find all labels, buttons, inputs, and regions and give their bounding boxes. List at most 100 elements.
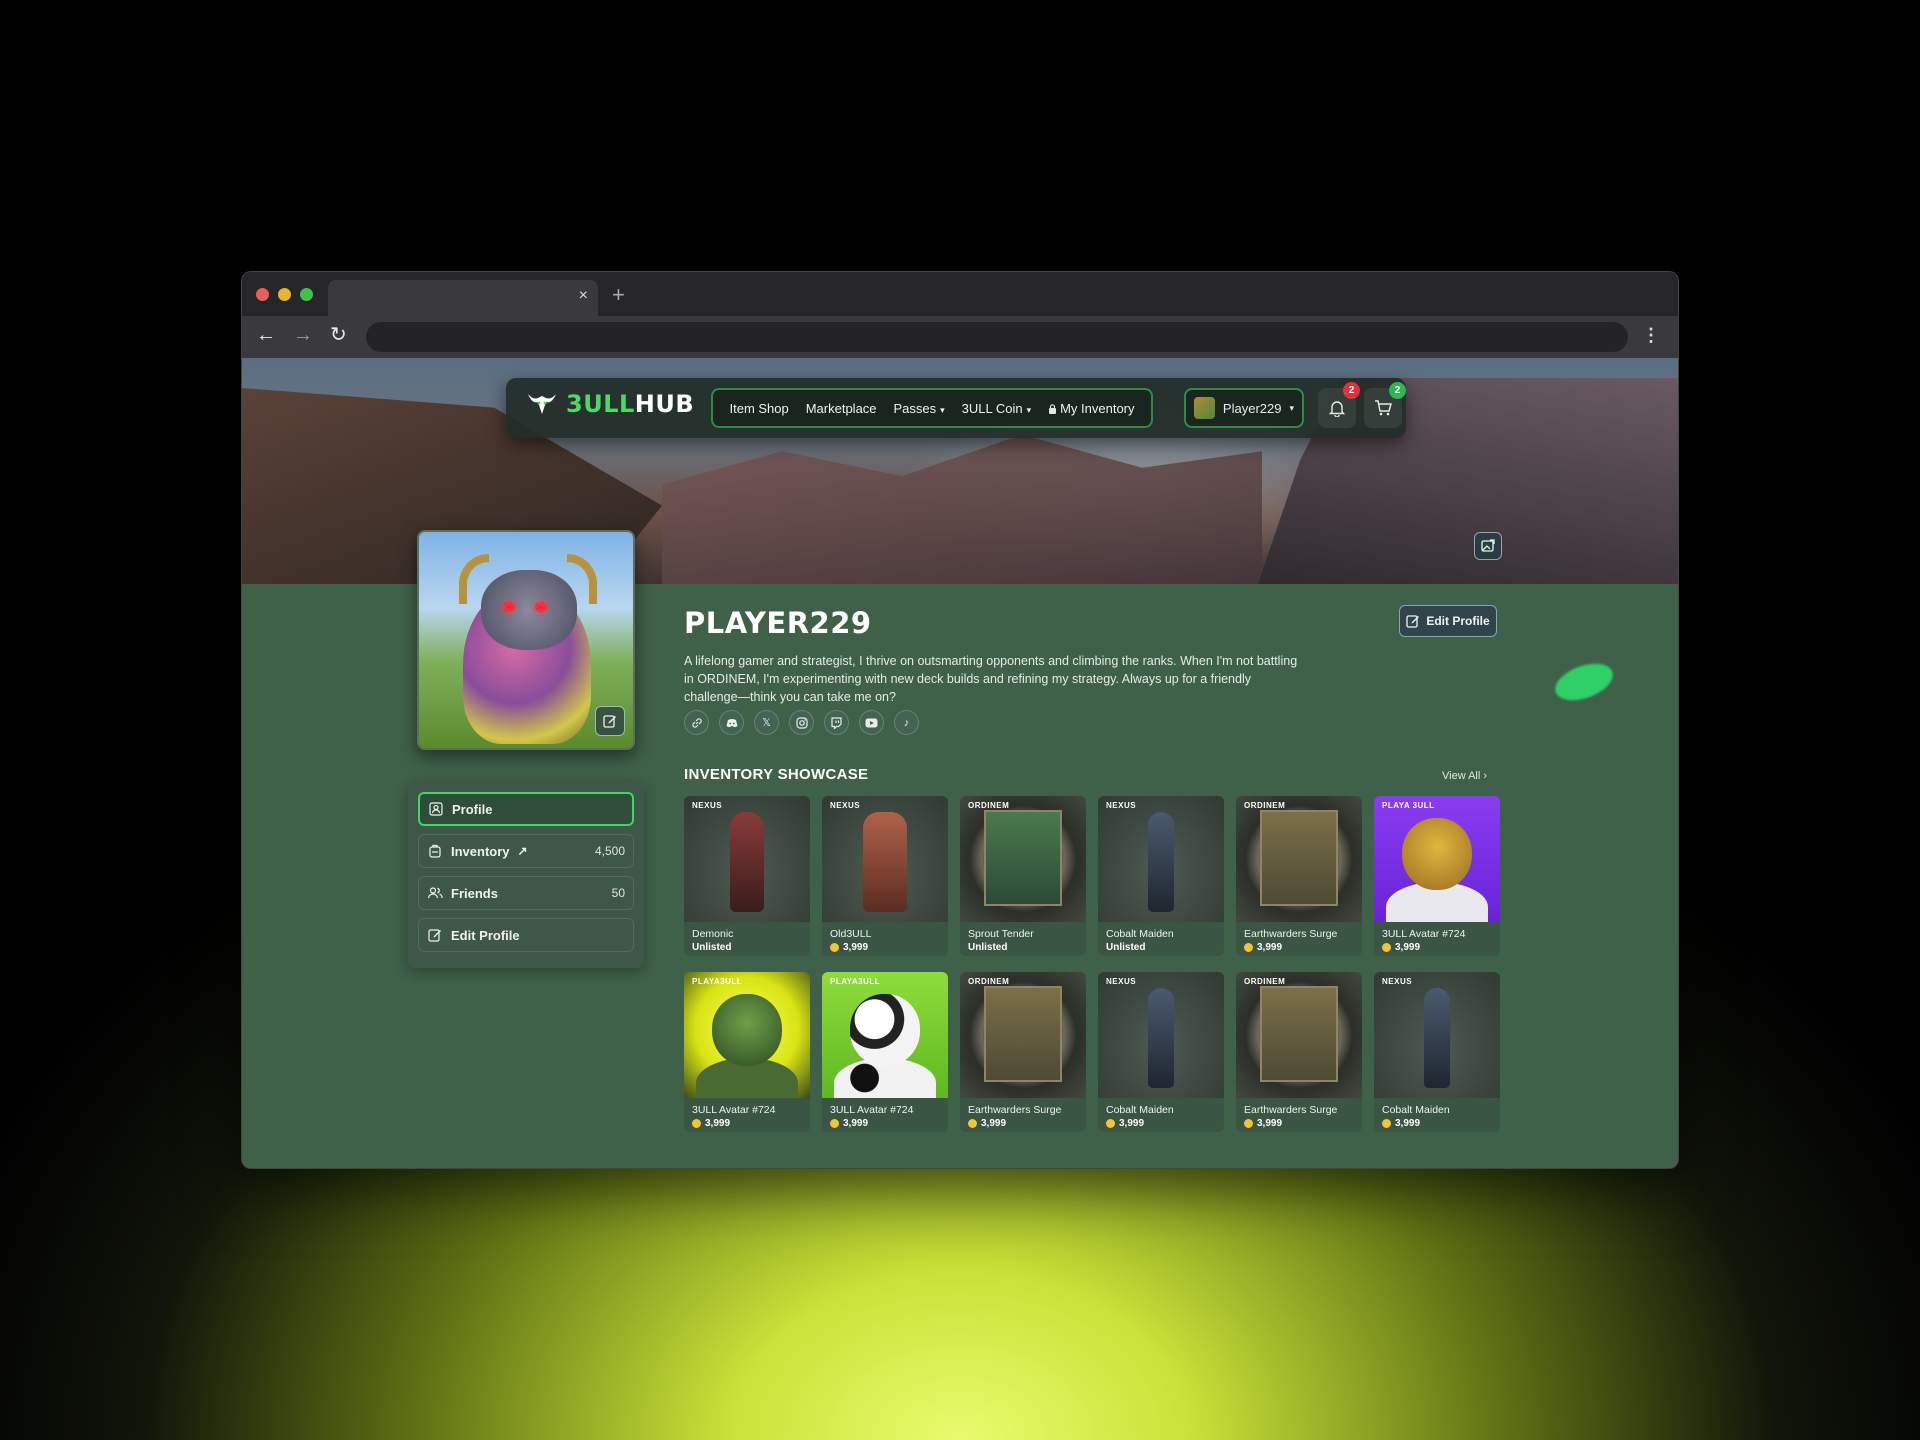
card-price-value: 3,999 bbox=[1257, 1118, 1283, 1129]
showcase-card[interactable]: PLAYA3ULL 3ULL Avatar #724 3,999 bbox=[684, 972, 810, 1132]
browser-menu-icon[interactable]: ⋮ bbox=[1642, 325, 1660, 346]
image-edit-icon bbox=[1481, 539, 1495, 552]
browser-titlebar: × + bbox=[242, 272, 1678, 316]
showcase-card[interactable]: PLAYA 3ULL 3ULL Avatar #724 3,999 bbox=[1374, 796, 1500, 956]
card-brand: NEXUS bbox=[1106, 801, 1137, 810]
forward-icon[interactable]: → bbox=[293, 324, 313, 346]
game-card-art bbox=[984, 810, 1062, 906]
nav-passes[interactable]: Passes ▾ bbox=[894, 401, 945, 416]
new-tab-button[interactable]: + bbox=[612, 282, 625, 308]
coin-icon bbox=[692, 1119, 701, 1128]
card-price-value: 3,999 bbox=[981, 1118, 1007, 1129]
cart-icon bbox=[1375, 400, 1392, 416]
showcase-card[interactable]: ORDINEM Sprout Tender Unlisted bbox=[960, 796, 1086, 956]
close-window-button[interactable] bbox=[256, 288, 269, 301]
back-icon[interactable]: ← bbox=[256, 324, 276, 346]
reload-icon[interactable]: ↻ bbox=[330, 324, 347, 346]
showcase-card[interactable]: ORDINEM Earthwarders Surge 3,999 bbox=[1236, 796, 1362, 956]
address-bar[interactable] bbox=[366, 322, 1628, 352]
bell-icon bbox=[1329, 401, 1345, 417]
edit-profile-label: Edit Profile bbox=[1426, 614, 1490, 628]
notifications-button[interactable]: 2 bbox=[1318, 382, 1360, 428]
coin-icon bbox=[830, 1119, 839, 1128]
card-price: 3,999 bbox=[822, 940, 948, 953]
edit-icon bbox=[603, 715, 616, 728]
card-name: Earthwarders Surge bbox=[1244, 1104, 1338, 1116]
bullhub-logo[interactable]: 3ULLHUB bbox=[526, 390, 694, 418]
card-price: 3,999 bbox=[1374, 940, 1500, 953]
card-brand: PLAYA3ULL bbox=[830, 977, 881, 986]
card-name: Earthwarders Surge bbox=[968, 1104, 1062, 1116]
card-price: 3,999 bbox=[1236, 1116, 1362, 1129]
twitch-icon[interactable] bbox=[824, 710, 849, 735]
nav-3ull-coin[interactable]: 3ULL Coin ▾ bbox=[962, 401, 1031, 416]
showcase-card[interactable]: NEXUS Old3ULL 3,999 bbox=[822, 796, 948, 956]
card-image: ORDINEM bbox=[960, 796, 1086, 922]
youtube-icon[interactable] bbox=[859, 710, 884, 735]
card-price-value: 3,999 bbox=[1257, 942, 1283, 953]
nav-my-inventory[interactable]: My Inventory bbox=[1048, 401, 1135, 416]
view-all-label: View All bbox=[1442, 770, 1481, 782]
bull-logo-icon bbox=[528, 394, 556, 414]
card-status: Unlisted bbox=[1106, 942, 1146, 953]
card-image: NEXUS bbox=[684, 796, 810, 922]
sidebar-item-edit-profile[interactable]: Edit Profile bbox=[418, 918, 634, 952]
card-image: ORDINEM bbox=[1236, 972, 1362, 1098]
change-banner-button[interactable] bbox=[1474, 532, 1502, 560]
banner-scenery bbox=[662, 434, 1262, 584]
card-brand: NEXUS bbox=[692, 801, 723, 810]
profile-name: PLAYER229 bbox=[684, 606, 872, 640]
logo-text-part1: 3ULL bbox=[566, 390, 635, 418]
card-price-value: 3,999 bbox=[1395, 942, 1421, 953]
showcase-card[interactable]: ORDINEM Earthwarders Surge 3,999 bbox=[960, 972, 1086, 1132]
cart-button[interactable]: 2 bbox=[1364, 382, 1406, 428]
nav-item-shop[interactable]: Item Shop bbox=[729, 401, 788, 416]
player-menu-button[interactable]: Player229 ▾ bbox=[1184, 388, 1304, 428]
sidebar-item-friends[interactable]: Friends 50 bbox=[418, 876, 634, 910]
card-image: NEXUS bbox=[1098, 972, 1224, 1098]
card-brand: PLAYA 3ULL bbox=[1382, 801, 1435, 810]
showcase-card[interactable]: NEXUS Demonic Unlisted bbox=[684, 796, 810, 956]
card-image: ORDINEM bbox=[1236, 796, 1362, 922]
showcase-card[interactable]: NEXUS Cobalt Maiden Unlisted bbox=[1098, 796, 1224, 956]
x-icon[interactable]: 𝕏 bbox=[754, 710, 779, 735]
tiktok-icon[interactable]: ♪ bbox=[894, 710, 919, 735]
browser-toolbar: ← → ↻ ⋮ bbox=[242, 316, 1678, 358]
showcase-card[interactable]: NEXUS Cobalt Maiden 3,999 bbox=[1098, 972, 1224, 1132]
sidebar-item-inventory[interactable]: Inventory ↗ 4,500 bbox=[418, 834, 634, 868]
player-avatar-thumb bbox=[1194, 397, 1215, 419]
nav-marketplace[interactable]: Marketplace bbox=[806, 401, 877, 416]
card-brand: ORDINEM bbox=[968, 801, 1010, 810]
edit-avatar-button[interactable] bbox=[595, 706, 625, 736]
showcase-card[interactable]: ORDINEM Earthwarders Surge 3,999 bbox=[1236, 972, 1362, 1132]
chevron-right-icon: › bbox=[1483, 770, 1488, 782]
profile-avatar bbox=[417, 530, 635, 750]
link-icon[interactable] bbox=[684, 710, 709, 735]
player-name: Player229 bbox=[1222, 400, 1282, 416]
card-name: Earthwarders Surge bbox=[1244, 928, 1338, 940]
card-price: 3,999 bbox=[1098, 1116, 1224, 1129]
external-link-icon: ↗ bbox=[517, 844, 528, 858]
instagram-icon[interactable] bbox=[789, 710, 814, 735]
backpack-icon bbox=[427, 843, 443, 859]
showcase-card[interactable]: NEXUS Cobalt Maiden 3,999 bbox=[1374, 972, 1500, 1132]
edit-profile-button[interactable]: Edit Profile bbox=[1399, 605, 1497, 637]
inventory-count: 4,500 bbox=[594, 844, 625, 858]
tab-close-icon[interactable]: × bbox=[579, 287, 588, 305]
view-all-link[interactable]: View All › bbox=[1442, 770, 1487, 782]
card-image: PLAYA3ULL bbox=[822, 972, 948, 1098]
discord-icon[interactable] bbox=[719, 710, 744, 735]
showcase-card[interactable]: PLAYA3ULL 3ULL Avatar #724 3,999 bbox=[822, 972, 948, 1132]
avatar-eye bbox=[535, 602, 547, 612]
card-brand: NEXUS bbox=[1382, 977, 1413, 986]
cart-badge: 2 bbox=[1389, 382, 1406, 399]
coin-icon bbox=[1106, 1119, 1115, 1128]
minimize-window-button[interactable] bbox=[278, 288, 291, 301]
sidebar-item-profile[interactable]: Profile bbox=[418, 792, 634, 826]
sidebar-item-label: Inventory bbox=[451, 843, 510, 859]
maximize-window-button[interactable] bbox=[300, 288, 313, 301]
character-figure bbox=[1424, 988, 1450, 1088]
edit-icon bbox=[427, 927, 443, 943]
card-price-value: 3,999 bbox=[1119, 1118, 1145, 1129]
browser-tab[interactable]: × bbox=[328, 280, 598, 316]
